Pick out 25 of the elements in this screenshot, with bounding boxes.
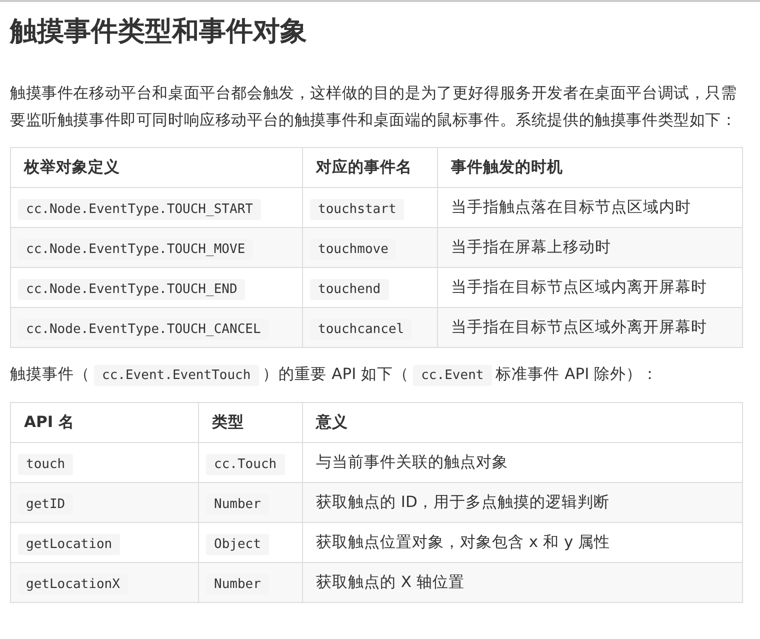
- intro-paragraph: 触摸事件在移动平台和桌面平台都会触发，这样做的目的是为了更好得服务开发者在桌面平台调试，只需要监听触摸事件即可同时响应移动平台的触摸事件和桌面端的鼠标事件。系统提供的触摸事件类型如下：: [10, 83, 738, 131]
- column-header: 事件触发的时机: [438, 148, 742, 188]
- code-text: cc.Node.EventType.TOUCH_START: [18, 198, 261, 220]
- table-cell: 获取触点的 X 轴位置: [302, 562, 742, 602]
- code-text: cc.Node.EventType.TOUCH_END: [18, 278, 246, 300]
- code-text: touchstart: [310, 198, 404, 220]
- code-text: cc.Node.EventType.TOUCH_MOVE: [18, 238, 254, 260]
- code-text: cc.Node.EventType.TOUCH_CANCEL: [18, 318, 269, 340]
- table-cell: 当手指在目标节点区域外离开屏幕时: [438, 308, 742, 348]
- column-header: 枚举对象定义: [10, 148, 302, 188]
- code-text: Number: [206, 574, 269, 594]
- code-text: getLocationX: [18, 574, 128, 594]
- code-text: touchcancel: [310, 318, 412, 340]
- column-header: 意义: [302, 402, 742, 442]
- code-text: touchend: [310, 278, 389, 300]
- code-text: touchmove: [310, 238, 396, 260]
- code-text: cc.Touch: [206, 454, 285, 474]
- page-title: 触摸事件类型和事件对象: [10, 15, 308, 49]
- api-sentence: 触摸事件（ cc.Event.EventTouch ）的重要 API 如下（ cc.Event 标准事件 API 除外）：: [10, 362, 743, 388]
- code-text: Object: [206, 534, 269, 554]
- code-text: Number: [206, 494, 269, 514]
- code-text: getID: [18, 494, 74, 514]
- code-text: getLocation: [18, 534, 120, 554]
- code-text: touch: [18, 454, 74, 474]
- column-header: API 名: [10, 402, 198, 442]
